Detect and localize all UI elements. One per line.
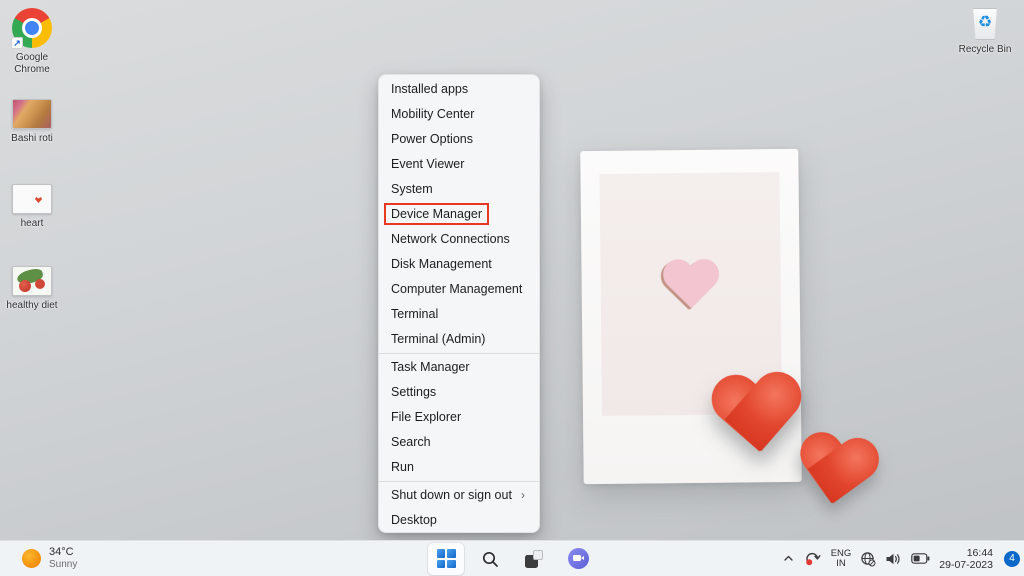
sun-icon <box>22 549 41 568</box>
menu-item-terminal-admin[interactable]: Terminal (Admin) <box>379 327 539 352</box>
clock-time: 16:44 <box>939 547 993 559</box>
language-indicator[interactable]: ENG IN <box>831 549 852 569</box>
chrome-icon: ↗ <box>12 8 52 48</box>
menu-item-event-viewer[interactable]: Event Viewer <box>379 152 539 177</box>
battery-icon[interactable] <box>911 553 930 564</box>
menu-item-device-manager[interactable]: Device Manager <box>379 202 539 227</box>
wallpaper-pink-heart <box>661 260 720 314</box>
menu-item-power-options[interactable]: Power Options <box>379 127 539 152</box>
menu-separator <box>379 481 539 482</box>
task-view-icon <box>525 550 543 568</box>
recycle-bin-icon: ♻ <box>970 6 1000 40</box>
menu-item-computer-management[interactable]: Computer Management <box>379 277 539 302</box>
menu-item-shut-down-or-sign-out[interactable]: Shut down or sign out › <box>379 483 539 508</box>
menu-item-task-manager[interactable]: Task Manager <box>379 355 539 380</box>
submenu-chevron-icon: › <box>521 483 525 508</box>
menu-item-run[interactable]: Run <box>379 455 539 480</box>
image-thumbnail-icon <box>12 266 52 296</box>
desktop-icon-label: Recycle Bin <box>959 44 1012 56</box>
wallpaper-red-heart-1 <box>708 372 807 464</box>
image-thumbnail-icon <box>12 184 52 214</box>
menu-item-terminal[interactable]: Terminal <box>379 302 539 327</box>
desktop-icon-recycle-bin[interactable]: ♻ Recycle Bin <box>954 6 1016 56</box>
network-globe-icon[interactable] <box>860 551 876 567</box>
menu-item-desktop[interactable]: Desktop <box>379 508 539 533</box>
wallpaper-red-heart-2 <box>790 430 883 517</box>
chat-button[interactable] <box>560 543 596 575</box>
menu-item-settings[interactable]: Settings <box>379 380 539 405</box>
image-thumbnail-icon <box>12 99 52 129</box>
recycle-symbol-icon: ♻ <box>978 15 992 31</box>
notification-badge[interactable]: 4 <box>1004 551 1020 567</box>
menu-item-search[interactable]: Search <box>379 430 539 455</box>
desktop-icon-google-chrome[interactable]: ↗ Google Chrome <box>1 8 63 76</box>
weather-condition: Sunny <box>49 559 77 571</box>
menu-separator <box>379 353 539 354</box>
volume-icon[interactable] <box>885 552 902 566</box>
weather-temperature: 34°C <box>49 546 77 559</box>
system-tray: ENG IN 16:44 29-07-2023 4 <box>782 541 1020 576</box>
desktop-icon-label: Google Chrome <box>1 52 63 76</box>
taskbar-center-icons <box>428 543 596 575</box>
tray-sync-recording-icon[interactable] <box>804 550 822 567</box>
menu-item-installed-apps[interactable]: Installed apps <box>379 77 539 102</box>
tray-chevron-up-icon[interactable] <box>782 552 795 565</box>
desktop-icon-label: Bashi roti <box>11 133 53 145</box>
shortcut-arrow-icon: ↗ <box>11 37 23 49</box>
desktop-icon-healthy-diet[interactable]: healthy diet <box>1 266 63 312</box>
menu-item-file-explorer[interactable]: File Explorer <box>379 405 539 430</box>
start-button[interactable] <box>428 543 464 575</box>
menu-item-system[interactable]: System <box>379 177 539 202</box>
desktop-icon-heart[interactable]: heart <box>1 184 63 230</box>
menu-item-network-connections[interactable]: Network Connections <box>379 227 539 252</box>
clock-widget[interactable]: 16:44 29-07-2023 <box>939 547 993 571</box>
weather-widget[interactable]: 34°C Sunny <box>16 541 83 576</box>
menu-item-mobility-center[interactable]: Mobility Center <box>379 102 539 127</box>
desktop-icon-label: healthy diet <box>6 300 57 312</box>
menu-item-disk-management[interactable]: Disk Management <box>379 252 539 277</box>
search-icon <box>481 550 499 568</box>
desktop-icon-bashi-roti[interactable]: Bashi roti <box>1 99 63 145</box>
winx-menu: Installed apps Mobility Center Power Opt… <box>378 74 540 533</box>
winx-menu-list: Installed apps Mobility Center Power Opt… <box>379 77 539 533</box>
clock-date: 29-07-2023 <box>939 559 993 571</box>
task-view-button[interactable] <box>516 543 552 575</box>
taskbar: 34°C Sunny <box>0 540 1024 576</box>
windows-logo-icon <box>437 549 456 568</box>
chat-video-icon <box>568 548 589 569</box>
search-button[interactable] <box>472 543 508 575</box>
desktop-icon-label: heart <box>21 218 44 230</box>
